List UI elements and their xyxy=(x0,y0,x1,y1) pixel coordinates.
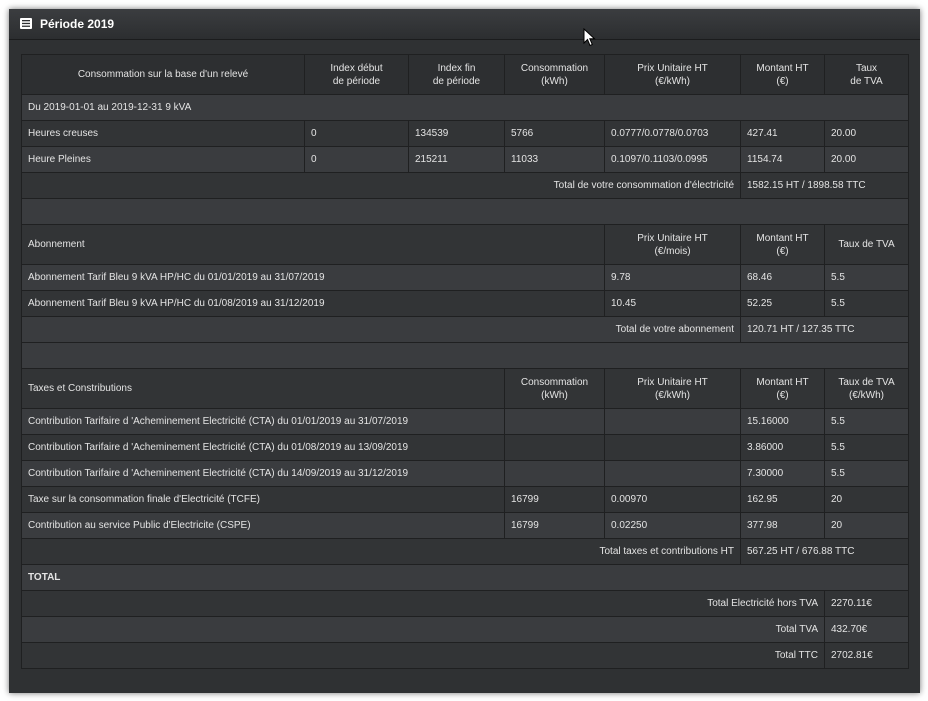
subscription-header-row: Abonnement Prix Unitaire HT (€/mois) Mont… xyxy=(21,224,909,265)
summary-value: 432.70€ xyxy=(824,616,909,643)
panel-header[interactable]: Période 2019 xyxy=(9,9,920,40)
summary-row: Total TTC 2702.81€ xyxy=(21,642,909,669)
table-row: Heure Pleines 0 215211 11033 0.1097/0.11… xyxy=(21,146,909,173)
summary-label: Total TVA xyxy=(21,616,825,643)
header-unit-price: Prix Unitaire HT (€/kWh) xyxy=(604,54,741,95)
summary-row: Total Electricité hors TVA 2270.11€ xyxy=(21,590,909,617)
summary-row: Total TVA 432.70€ xyxy=(21,616,909,643)
header-subscription-vat: Taux de TVA xyxy=(824,224,909,265)
summary-value: 2702.81€ xyxy=(824,642,909,669)
header-taxes-unit-price: Prix Unitaire HT (€/kWh) xyxy=(604,368,741,409)
header-index-start: Index début de période xyxy=(304,54,409,95)
panel-title: Période 2019 xyxy=(40,17,115,31)
header-amount: Montant HT (€) xyxy=(740,54,825,95)
table-row: Abonnement Tarif Bleu 9 kVA HP/HC du 01/… xyxy=(21,290,909,317)
consumption-header-row: Consommation sur la base d'un relevé Ind… xyxy=(21,54,909,95)
taxes-total-row: Total taxes et contributions HT 567.25 H… xyxy=(21,538,909,565)
consumption-total-label: Total de votre consommation d'électricit… xyxy=(21,172,741,199)
table-row: Contribution au service Public d'Electri… xyxy=(21,512,909,539)
header-taxes-label: Taxes et Constributions xyxy=(21,368,505,409)
header-taxes-amount: Montant HT (€) xyxy=(740,368,825,409)
list-icon xyxy=(20,18,32,29)
summary-title: TOTAL xyxy=(21,564,909,591)
taxes-total-label: Total taxes et contributions HT xyxy=(21,538,741,565)
header-taxes-vat: Taux de TVA (€/kWh) xyxy=(824,368,909,409)
summary-label: Total TTC xyxy=(21,642,825,669)
table-row: Abonnement Tarif Bleu 9 kVA HP/HC du 01/… xyxy=(21,264,909,291)
consumption-total-value: 1582.15 HT / 1898.58 TTC xyxy=(740,172,909,199)
spacer-row xyxy=(21,198,909,225)
spacer-row xyxy=(21,342,909,369)
header-subscription-unit-price: Prix Unitaire HT (€/mois) xyxy=(604,224,741,265)
taxes-header-row: Taxes et Constributions Consommation (kWh… xyxy=(21,368,909,409)
invoice-table: Consommation sur la base d'un relevé Ind… xyxy=(21,54,909,669)
period-row: Du 2019-01-01 au 2019-12-31 9 kVA xyxy=(21,94,909,121)
header-consumption: Consommation (kWh) xyxy=(504,54,605,95)
summary-title-row: TOTAL xyxy=(21,564,909,591)
table-row: Contribution Tarifaire d 'Acheminement E… xyxy=(21,434,909,461)
table-row: Taxe sur la consommation finale d'Electr… xyxy=(21,486,909,513)
period-label: Du 2019-01-01 au 2019-12-31 9 kVA xyxy=(21,94,909,121)
mouse-cursor-icon xyxy=(583,28,596,47)
table-row: Heures creuses 0 134539 5766 0.0777/0.07… xyxy=(21,120,909,147)
table-row: Contribution Tarifaire d 'Acheminement E… xyxy=(21,408,909,435)
summary-label: Total Electricité hors TVA xyxy=(21,590,825,617)
taxes-total-value: 567.25 HT / 676.88 TTC xyxy=(740,538,909,565)
subscription-total-row: Total de votre abonnement 120.71 HT / 12… xyxy=(21,316,909,343)
header-vat: Taux de TVA xyxy=(824,54,909,95)
consumption-total-row: Total de votre consommation d'électricit… xyxy=(21,172,909,199)
period-panel: Période 2019 Consommation sur la base d'… xyxy=(9,9,920,693)
header-consumption-label: Consommation sur la base d'un relevé xyxy=(21,54,305,95)
header-taxes-consumption: Consommation (kWh) xyxy=(504,368,605,409)
subscription-total-value: 120.71 HT / 127.35 TTC xyxy=(740,316,909,343)
summary-value: 2270.11€ xyxy=(824,590,909,617)
header-subscription-amount: Montant HT (€) xyxy=(740,224,825,265)
header-index-end: Index fin de période xyxy=(408,54,505,95)
subscription-total-label: Total de votre abonnement xyxy=(21,316,741,343)
header-subscription-label: Abonnement xyxy=(21,224,605,265)
table-row: Contribution Tarifaire d 'Acheminement E… xyxy=(21,460,909,487)
